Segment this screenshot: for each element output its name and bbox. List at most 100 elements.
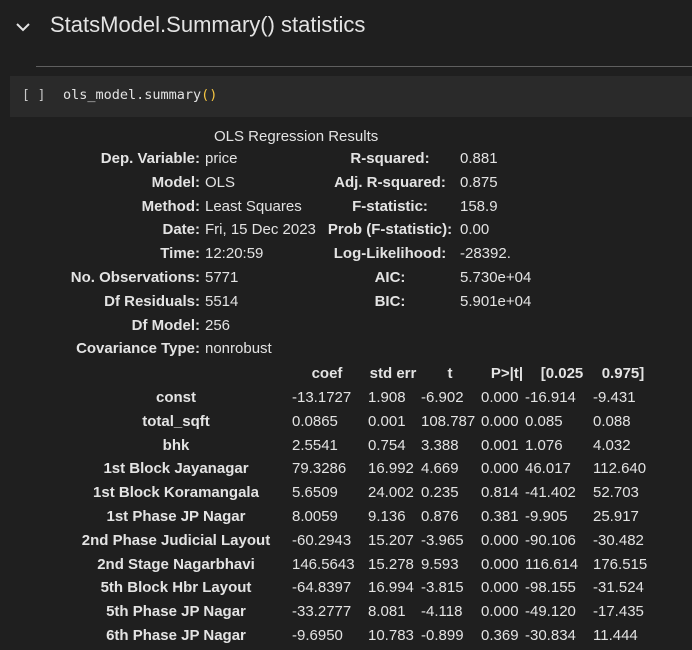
- stat-value: price: [205, 150, 238, 167]
- summary-title: OLS Regression Results: [214, 128, 379, 145]
- cell-value: -49.120: [525, 603, 576, 621]
- cell-value: 0.000: [481, 389, 519, 406]
- cell-value: 2.5541: [292, 436, 338, 454]
- column-header: P>|t|: [490, 365, 524, 382]
- cell-value: -31.524: [593, 579, 644, 597]
- cell-value: 3.388: [421, 436, 459, 454]
- cell-value: -3.965: [421, 531, 464, 549]
- stat-value: 256: [205, 316, 231, 334]
- column-header: 0.975]: [601, 365, 645, 382]
- chevron-down-icon[interactable]: [14, 18, 32, 36]
- cell-value: 0.369: [481, 627, 519, 644]
- section-title: StatsModel.Summary() statistics: [50, 12, 366, 37]
- code-editor[interactable]: ols_model.summary(): [63, 87, 217, 103]
- row-label: const: [155, 389, 196, 406]
- cell-value: 5.6509: [292, 484, 338, 502]
- stat-label: Method:: [141, 197, 200, 215]
- divider: [36, 66, 692, 67]
- stat-label: No. Observations:: [70, 269, 200, 286]
- row-label: 5th Block Hbr Layout: [100, 579, 252, 597]
- row-label: 1st Phase JP Nagar: [106, 508, 246, 525]
- cell-value: -13.1727: [292, 389, 352, 406]
- stat-value: nonrobust: [205, 340, 272, 358]
- cell-value: -0.899: [421, 627, 464, 644]
- cell-value: -98.155: [525, 579, 576, 597]
- stat-value: Fri, 15 Dec 2023: [205, 221, 316, 239]
- cell-value: 0.000: [481, 603, 519, 621]
- stat-value: -28392.: [460, 245, 511, 263]
- cell-value: -33.2777: [292, 603, 352, 621]
- stat-value: Least Squares: [205, 197, 302, 215]
- cell-value: 4.032: [593, 436, 631, 454]
- cell-value: 8.0059: [292, 508, 338, 525]
- row-label: 1st Block Koramangala: [93, 484, 259, 502]
- stat-label: Prob (F-statistic):: [327, 221, 453, 239]
- cell-value: 1.076: [525, 436, 563, 454]
- stat-label: R-squared:: [350, 150, 430, 167]
- run-cell-button[interactable]: [ ]: [22, 88, 45, 103]
- cell-value: 16.992: [368, 460, 414, 478]
- cell-value: -17.435: [593, 603, 644, 621]
- column-header: coef: [311, 365, 343, 382]
- stat-label: Df Residuals:: [104, 292, 200, 310]
- stat-label: Time:: [160, 245, 200, 263]
- cell-value: -90.106: [525, 531, 576, 549]
- cell-value: 0.000: [481, 579, 519, 597]
- stat-value: 0.881: [460, 150, 498, 167]
- stat-value: 5.901e+04: [460, 292, 532, 310]
- cell-value: 11.444: [593, 627, 638, 644]
- cell-value: 4.669: [421, 460, 459, 478]
- stat-value: OLS: [205, 173, 236, 191]
- stat-label: Df Model:: [131, 316, 200, 334]
- cell-value: -9.431: [593, 389, 636, 406]
- row-label: 2nd Stage Nagarbhavi: [97, 555, 255, 573]
- cell-value: 116.614: [525, 555, 579, 573]
- stat-label: AIC:: [374, 269, 406, 286]
- cell-value: -6.902: [421, 389, 464, 406]
- cell-value: -3.815: [421, 579, 464, 597]
- cell-value: -9.6950: [292, 627, 343, 644]
- cell-value: 10.783: [368, 627, 414, 644]
- cell-value: 9.593: [421, 555, 459, 573]
- row-label: 5th Phase JP Nagar: [106, 603, 246, 621]
- cell-value: 112.640: [593, 460, 647, 478]
- cell-value: -60.2943: [292, 531, 352, 549]
- cell-value: -41.402: [525, 484, 576, 502]
- cell-value: 0.000: [481, 555, 519, 573]
- stat-label: Adj. R-squared:: [334, 173, 446, 191]
- cell-value: 0.876: [421, 508, 459, 525]
- cell-value: 108.787: [421, 412, 476, 430]
- stat-label: Covariance Type:: [76, 340, 200, 358]
- cell-value: 0.085: [525, 412, 563, 430]
- code-parens: (): [201, 87, 218, 103]
- cell-value: 0.001: [481, 436, 519, 454]
- cell-value: 0.754: [368, 436, 406, 454]
- cell-value: 9.136: [368, 508, 406, 525]
- row-label: bhk: [162, 436, 190, 454]
- stat-label: F-statistic:: [352, 197, 428, 215]
- stat-value: 5514: [205, 292, 239, 310]
- cell-value: 146.5643: [292, 555, 355, 573]
- stat-value: 0.00: [460, 221, 490, 239]
- cell-value: 8.081: [368, 603, 406, 621]
- cell-value: 25.917: [593, 508, 639, 525]
- code-text: ols_model.summary: [63, 87, 202, 103]
- column-header: t: [447, 365, 453, 382]
- row-label: total_sqft: [142, 412, 210, 430]
- cell-value: 24.002: [368, 484, 414, 502]
- stat-label: Date:: [162, 221, 200, 239]
- cell-value: 0.381: [481, 508, 519, 525]
- row-label: 2nd Phase Judicial Layout: [81, 531, 271, 549]
- cell-value: 16.994: [368, 579, 414, 597]
- cell-value: -30.482: [593, 531, 644, 549]
- stat-value: 5771: [205, 269, 239, 286]
- cell-value: -16.914: [525, 389, 576, 406]
- cell-value: -4.118: [421, 603, 463, 621]
- cell-value: 46.017: [525, 460, 571, 478]
- cell-value: -30.834: [525, 627, 576, 644]
- row-label: 1st Block Jayanagar: [103, 460, 249, 478]
- column-header: [0.025: [540, 365, 584, 382]
- cell-value: 0.001: [368, 412, 406, 430]
- stat-value: 0.875: [460, 173, 498, 191]
- cell-value: 0.814: [481, 484, 519, 502]
